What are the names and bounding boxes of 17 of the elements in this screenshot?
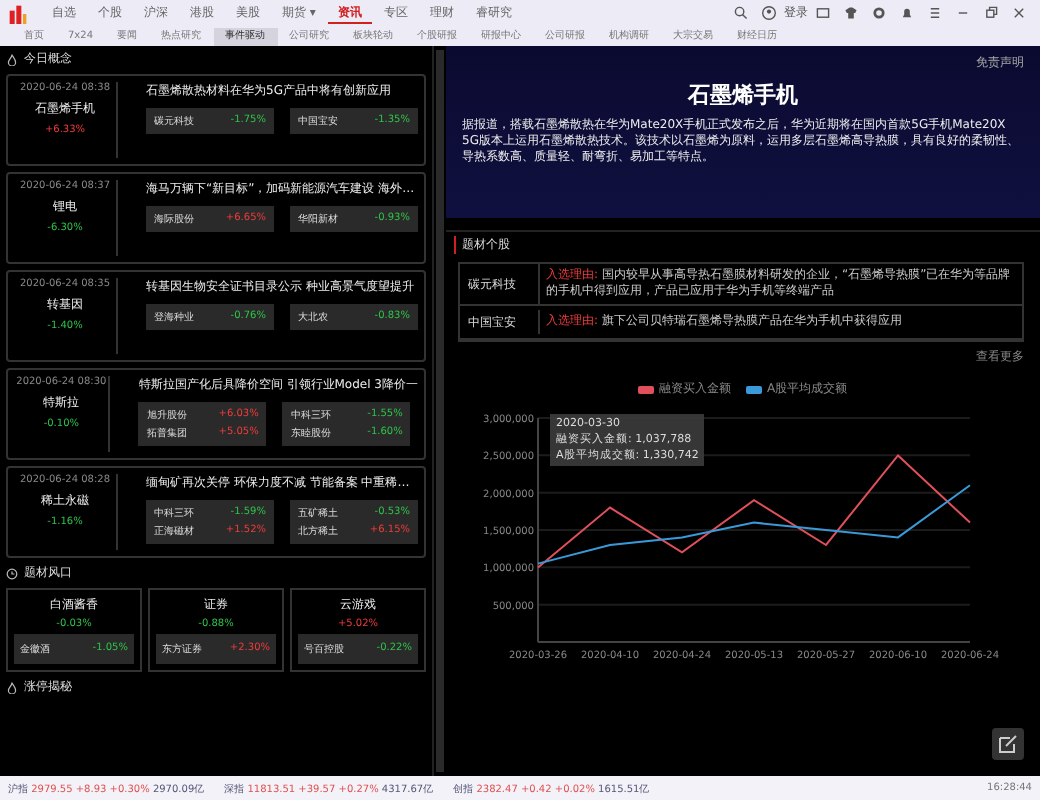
search-icon[interactable]: [734, 6, 748, 20]
menu-icon[interactable]: [928, 6, 942, 20]
clock-icon: [6, 567, 18, 579]
close-icon[interactable]: [1012, 6, 1026, 20]
legend-swatch[interactable]: [638, 385, 655, 393]
screen-icon[interactable]: [816, 6, 830, 20]
app-logo-icon[interactable]: [8, 3, 28, 23]
shirt-icon[interactable]: [844, 6, 858, 20]
bell-icon[interactable]: [900, 6, 914, 20]
legend-swatch[interactable]: [746, 385, 763, 393]
edit-button[interactable]: [992, 728, 1024, 760]
restore-icon[interactable]: [984, 6, 998, 20]
banner-title: 石墨烯手机: [688, 80, 798, 110]
user-icon[interactable]: [762, 6, 776, 20]
minimize-icon[interactable]: [956, 6, 970, 20]
scrollbar[interactable]: [436, 50, 444, 772]
edit-icon: [998, 734, 1018, 754]
